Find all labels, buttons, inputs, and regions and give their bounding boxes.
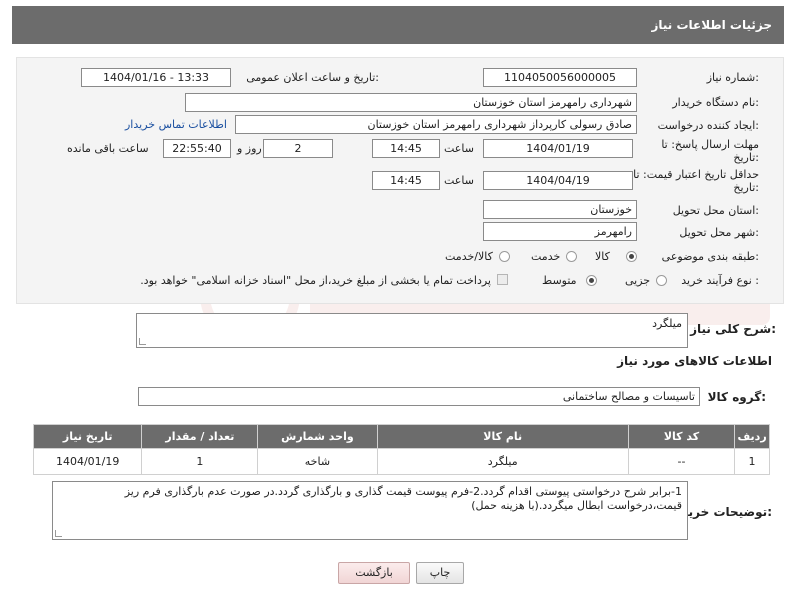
process-medium-radio[interactable]: [586, 275, 597, 286]
price-time-label: ساعت: [444, 174, 474, 187]
cell-name: میلگرد: [376, 448, 629, 475]
cell-row: 1: [734, 448, 770, 475]
price-validity-label: حداقل تاریخ اعتبار قیمت: تا تاریخ:: [633, 168, 759, 194]
category-label: طبقه بندی موضوعی:: [661, 250, 759, 263]
page-title: جزئیات اطلاعات نیاز: [651, 18, 772, 32]
goods-group-field: تاسیسات و مصالح ساختمانی: [138, 387, 700, 406]
description-text: میلگرد: [652, 317, 682, 330]
price-date-field: 1404/04/19: [483, 171, 633, 190]
buyer-contact-link[interactable]: اطلاعات تماس خریدار: [125, 118, 227, 131]
col-qty-header: تعداد / مقدار: [141, 424, 259, 449]
col-row-header: ردیف: [734, 424, 770, 449]
payment-note: پرداخت تمام یا بخشی از مبلغ خرید،از محل …: [140, 274, 491, 287]
buyer-notes-text: 1-برابر شرح درخواستی پیوستی اقدام گردد.2…: [124, 485, 682, 512]
need-number-field: 1104050056000005: [483, 68, 637, 87]
category-service-radio[interactable]: [566, 251, 577, 262]
remaining-time-field: 22:55:40: [163, 139, 231, 158]
days-label: روز و: [237, 142, 262, 155]
reply-date-field: 1404/01/19: [483, 139, 633, 158]
cell-code: --: [627, 448, 736, 475]
creator-field: صادق رسولی کارپرداز شهرداری رامهرمز استا…: [235, 115, 637, 134]
page-header: جزئیات اطلاعات نیاز: [12, 6, 784, 44]
col-date-header: تاریخ نیاز: [32, 424, 143, 449]
col-name-header: نام کالا: [376, 424, 629, 449]
process-minor-label: جزیی: [625, 274, 651, 287]
process-medium-label: متوسط: [542, 274, 577, 287]
category-both-label: کالا/خدمت: [445, 250, 493, 263]
goods-table: ردیف کد کالا نام کالا واحد شمارش تعداد /…: [32, 424, 770, 475]
creator-label: ایجاد کننده درخواست:: [657, 119, 759, 132]
back-button[interactable]: بازگشت: [338, 562, 410, 584]
table-row: 1 -- میلگرد شاخه 1 1404/01/19: [32, 448, 770, 475]
cell-unit: شاخه: [257, 448, 378, 475]
process-label: نوع فرآیند خرید :: [681, 274, 759, 287]
category-service-label: خدمت: [531, 250, 561, 263]
city-field: رامهرمز: [483, 222, 637, 241]
goods-group-label: گروه کالا:: [707, 390, 766, 404]
days-field: 2: [263, 139, 333, 158]
col-code-header: کد کالا: [627, 424, 736, 449]
goods-section-title: اطلاعات کالاهای مورد نیاز: [617, 354, 772, 368]
category-goods-label: کالا: [595, 250, 610, 263]
buyer-org-label: نام دستگاه خریدار:: [672, 96, 759, 109]
price-time-field: 14:45: [372, 171, 440, 190]
need-number-label: شماره نیاز:: [706, 71, 759, 84]
description-label: شرح کلی نیاز:: [690, 322, 776, 336]
resize-handle-icon[interactable]: [55, 530, 62, 537]
col-unit-header: واحد شمارش: [257, 424, 378, 449]
announce-field: 1404/01/16 - 13:33: [81, 68, 231, 87]
cell-qty: 1: [141, 448, 259, 475]
buyer-notes-textarea: 1-برابر شرح درخواستی پیوستی اقدام گردد.2…: [52, 481, 688, 540]
print-button[interactable]: چاپ: [416, 562, 464, 584]
announce-label: تاریخ و ساعت اعلان عمومی:: [246, 71, 379, 84]
cell-date: 1404/01/19: [32, 448, 143, 475]
table-header-row: ردیف کد کالا نام کالا واحد شمارش تعداد /…: [32, 424, 770, 449]
info-panel: شماره نیاز: 1104050056000005 تاریخ و ساع…: [16, 57, 784, 304]
reply-time-label: ساعت: [444, 142, 474, 155]
buyer-org-field: شهرداری رامهرمز استان خوزستان: [185, 93, 637, 112]
reply-deadline-label: مهلت ارسال پاسخ: تا تاریخ:: [661, 138, 759, 164]
reply-time-field: 14:45: [372, 139, 440, 158]
resize-handle-icon[interactable]: [139, 338, 146, 345]
province-field: خوزستان: [483, 200, 637, 219]
treasury-checkbox[interactable]: [497, 274, 508, 285]
category-both-radio[interactable]: [499, 251, 510, 262]
remaining-label: ساعت باقی مانده: [67, 142, 149, 155]
category-goods-radio[interactable]: [626, 251, 637, 262]
process-minor-radio[interactable]: [656, 275, 667, 286]
description-textarea: میلگرد: [136, 313, 688, 348]
province-label: استان محل تحویل:: [672, 204, 759, 217]
city-label: شهر محل تحویل:: [679, 226, 759, 239]
